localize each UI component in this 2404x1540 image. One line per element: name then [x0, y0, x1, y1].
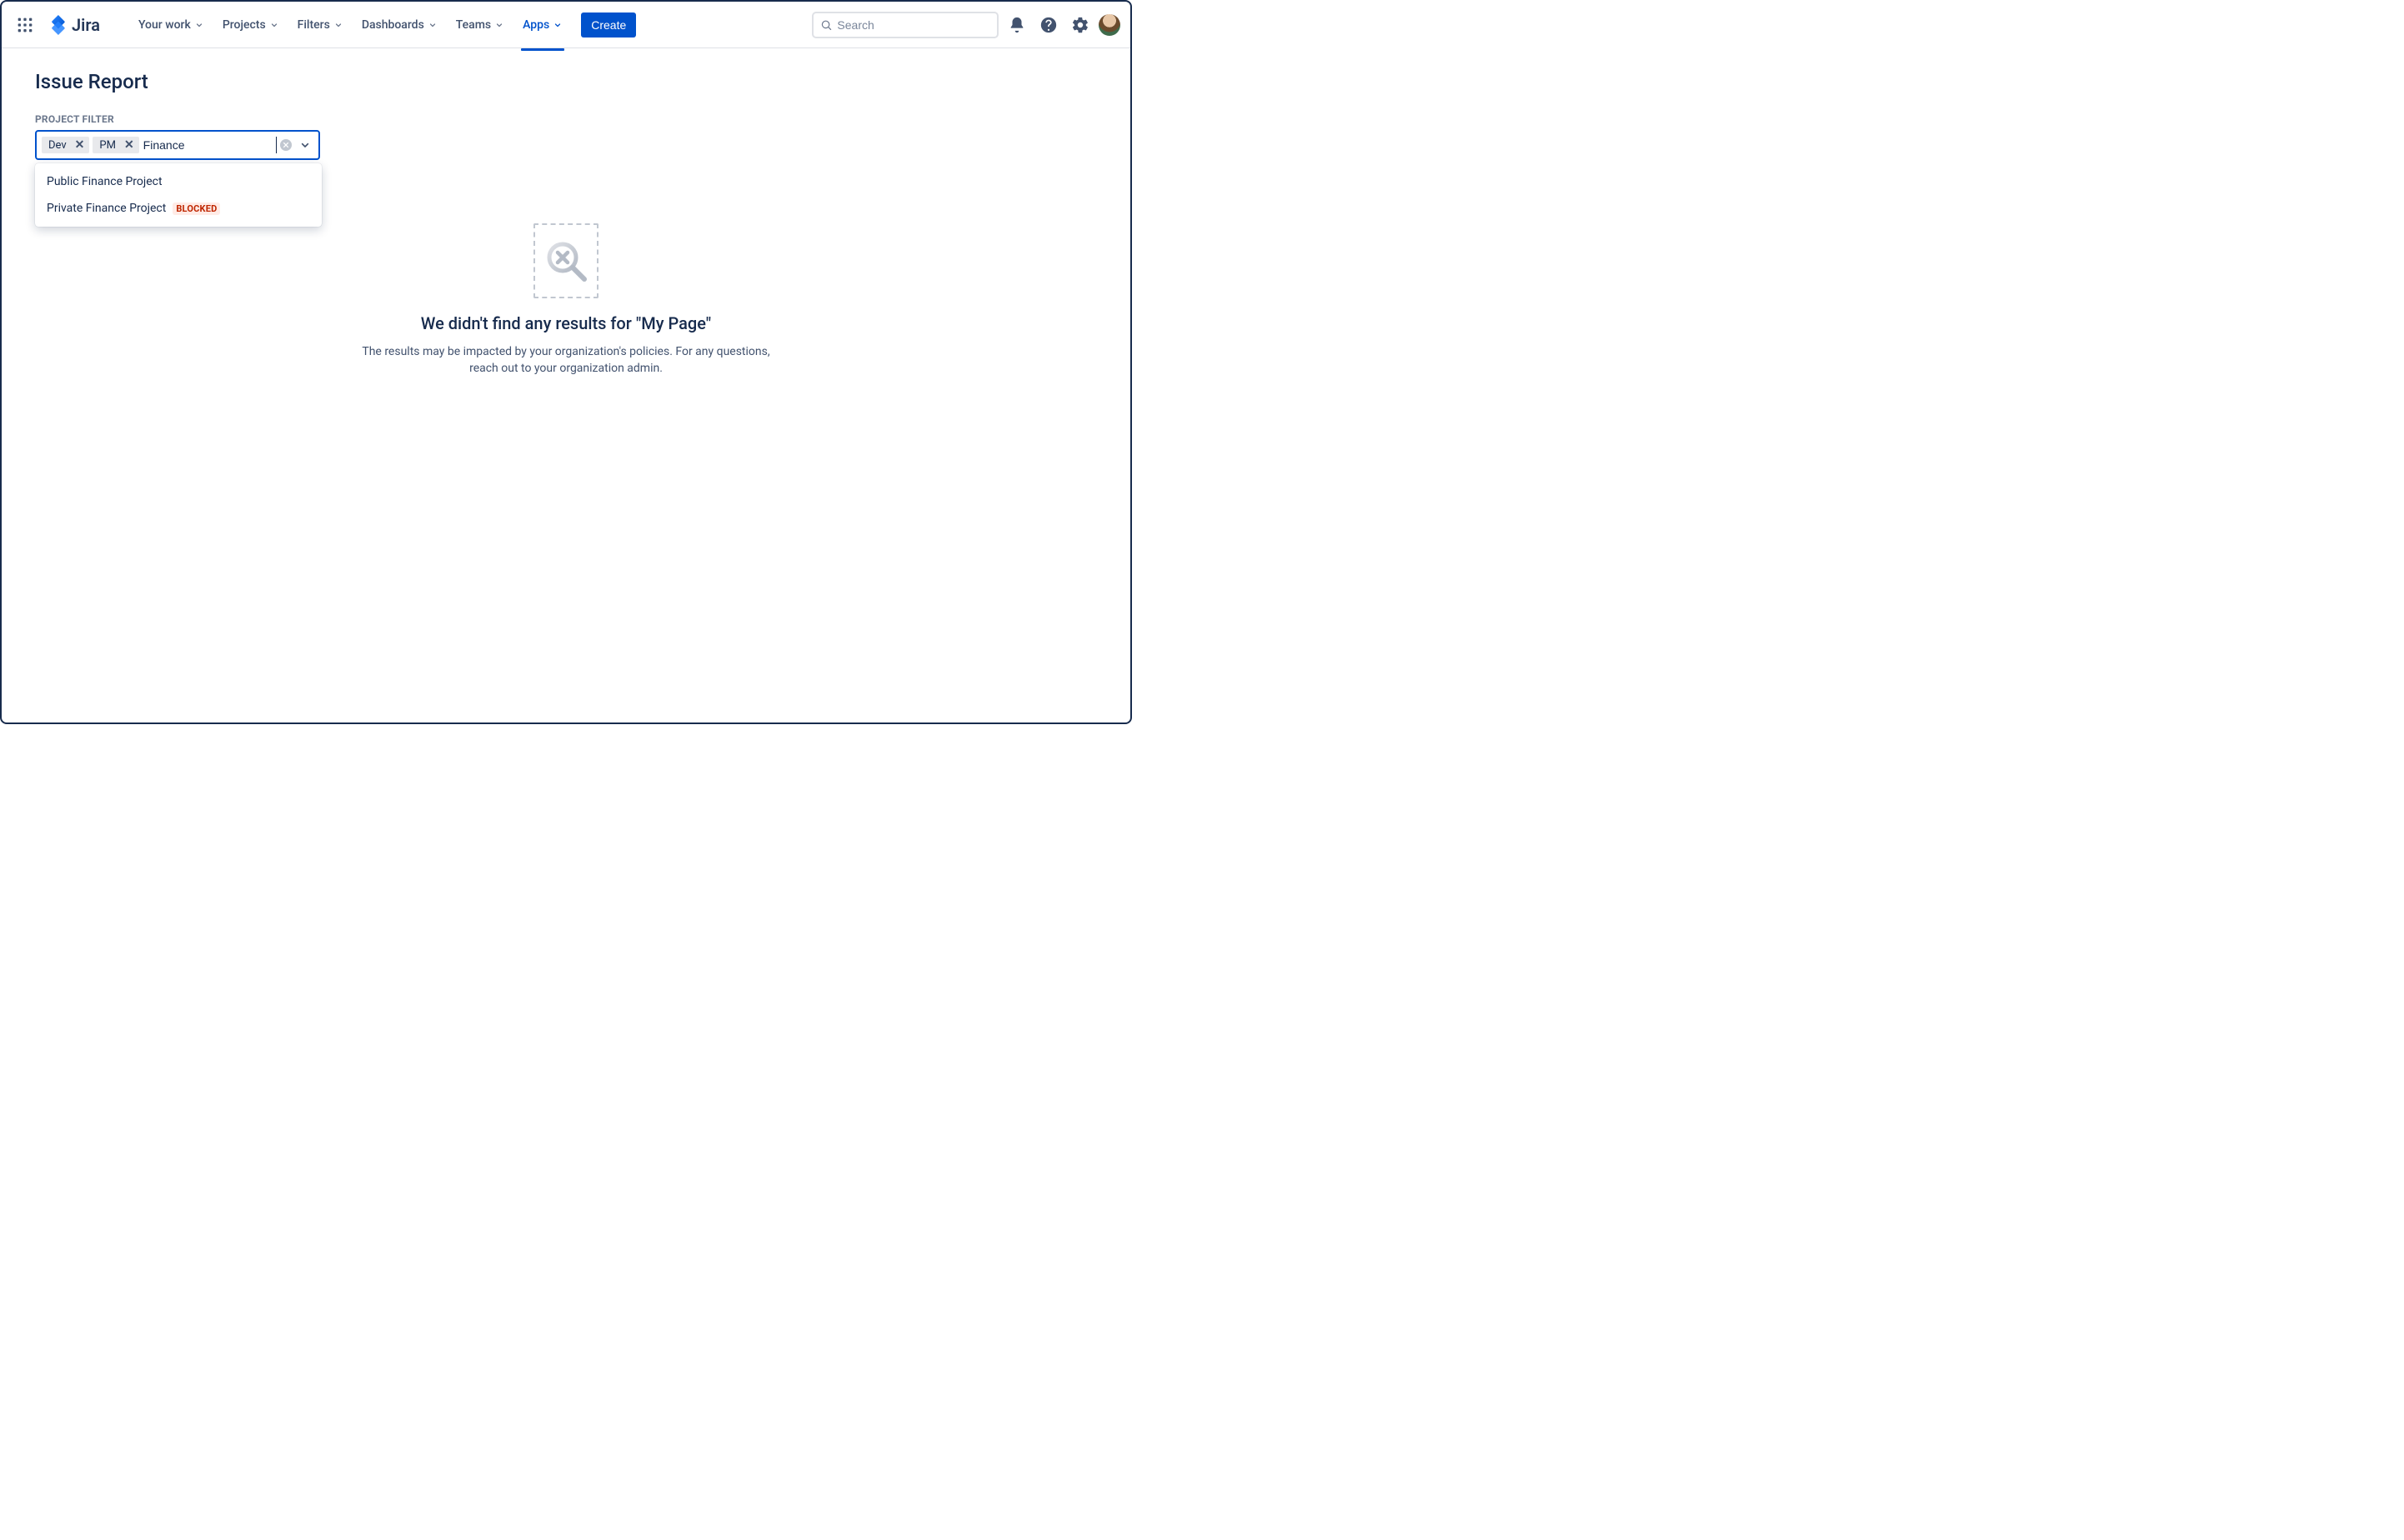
close-icon — [283, 142, 289, 148]
nav-label: Apps — [523, 18, 549, 32]
help-button[interactable] — [1035, 12, 1062, 38]
empty-state: We didn't find any results for "My Page"… — [349, 223, 783, 378]
bell-icon — [1008, 16, 1026, 34]
clear-filter-button[interactable] — [280, 139, 292, 151]
chevron-down-icon — [269, 20, 279, 30]
project-filter-input[interactable] — [143, 137, 277, 153]
nav-filters[interactable]: Filters — [289, 13, 352, 37]
nav-your-work[interactable]: Your work — [130, 13, 213, 37]
filter-chip: Dev ✕ — [42, 137, 89, 153]
chevron-down-icon[interactable] — [298, 138, 312, 152]
nav-label: Filters — [298, 18, 330, 32]
chevron-down-icon — [553, 20, 563, 30]
magnifier-x-icon — [543, 238, 589, 284]
gear-icon — [1071, 16, 1089, 34]
nav-teams[interactable]: Teams — [448, 13, 513, 37]
search-icon — [820, 18, 832, 32]
option-label: Private Finance Project — [47, 202, 166, 215]
empty-state-illustration — [533, 223, 598, 298]
nav-dashboards[interactable]: Dashboards — [353, 13, 446, 37]
project-filter-dropdown: Public Finance Project Private Finance P… — [35, 163, 322, 227]
nav-label: Projects — [223, 18, 266, 32]
app-switcher-icon — [17, 17, 33, 33]
nav-label: Dashboards — [362, 18, 424, 32]
nav-label: Your work — [138, 18, 191, 32]
main-content: Issue Report Project Filter Dev ✕ PM ✕ P… — [2, 48, 1130, 182]
top-nav: Jira Your work Projects Filters Dashboar… — [2, 2, 1130, 48]
user-avatar[interactable] — [1099, 14, 1120, 36]
blocked-lozenge: BLOCKED — [173, 202, 220, 215]
settings-button[interactable] — [1067, 12, 1094, 38]
global-search-input[interactable] — [837, 18, 990, 32]
notifications-button[interactable] — [1004, 12, 1030, 38]
remove-chip-button[interactable]: ✕ — [75, 138, 85, 152]
app-switcher-button[interactable] — [12, 12, 38, 38]
global-search[interactable] — [812, 12, 999, 38]
empty-state-description: The results may be impacted by your orga… — [349, 343, 783, 378]
create-button[interactable]: Create — [581, 12, 636, 38]
jira-logo-icon — [48, 15, 68, 35]
remove-chip-button[interactable]: ✕ — [124, 138, 134, 152]
project-filter-label: Project Filter — [35, 113, 1097, 125]
filter-chip-label: PM — [99, 139, 116, 152]
nav-projects[interactable]: Projects — [214, 13, 288, 37]
jira-logo[interactable]: Jira — [43, 15, 105, 35]
option-label: Public Finance Project — [47, 175, 163, 188]
jira-logo-text: Jira — [72, 15, 100, 35]
chevron-down-icon — [494, 20, 504, 30]
project-filter-select[interactable]: Dev ✕ PM ✕ Public Finance Project Privat… — [35, 130, 320, 160]
page-title: Issue Report — [35, 70, 1097, 93]
help-icon — [1039, 16, 1058, 34]
dropdown-option[interactable]: Public Finance Project — [35, 168, 322, 195]
filter-chip-label: Dev — [48, 139, 67, 152]
chevron-down-icon — [333, 20, 343, 30]
select-controls — [280, 138, 313, 152]
dropdown-option[interactable]: Private Finance Project BLOCKED — [35, 195, 322, 222]
nav-label: Teams — [456, 18, 491, 32]
empty-state-title: We didn't find any results for "My Page" — [349, 313, 783, 333]
chevron-down-icon — [428, 20, 438, 30]
nav-apps[interactable]: Apps — [514, 13, 571, 37]
chevron-down-icon — [194, 20, 204, 30]
filter-chip: PM ✕ — [93, 137, 138, 153]
primary-nav: Your work Projects Filters Dashboards Te… — [130, 12, 636, 38]
